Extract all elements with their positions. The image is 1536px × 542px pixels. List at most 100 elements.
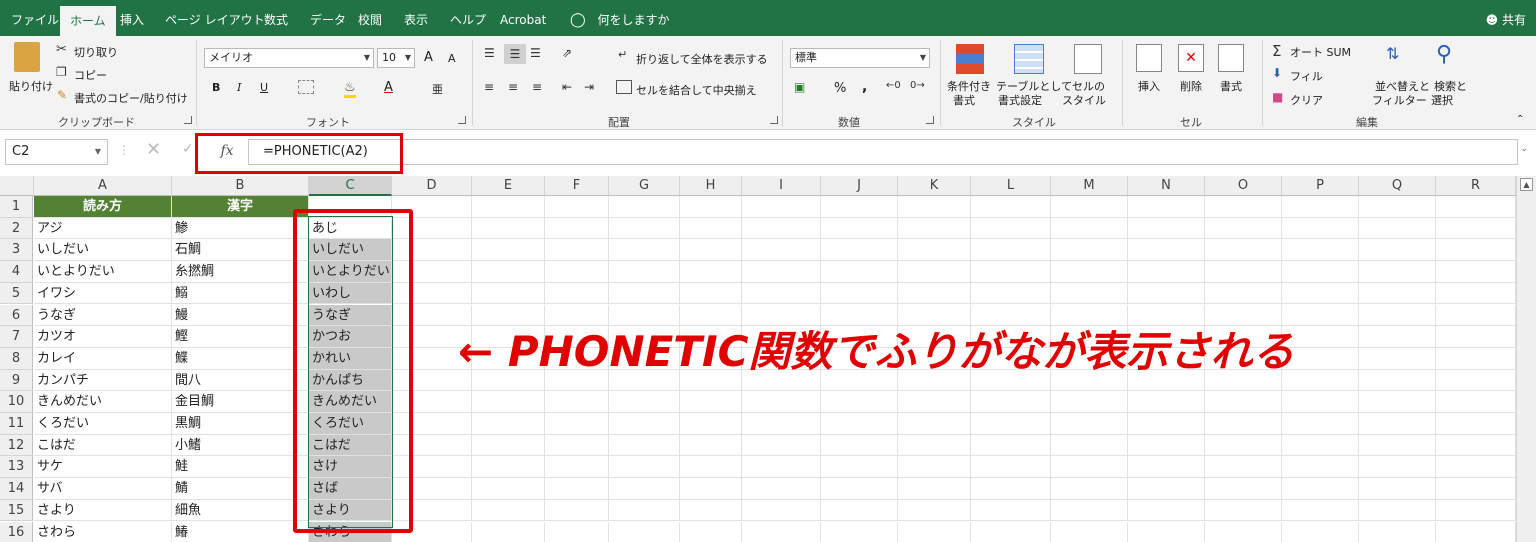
empty-cell[interactable] [1436,434,1516,457]
empty-cell[interactable] [971,217,1051,240]
empty-cell[interactable] [1128,434,1205,457]
empty-cell[interactable] [1436,456,1516,479]
empty-cell[interactable] [1051,478,1128,500]
empty-cell[interactable] [1359,217,1436,240]
empty-cell[interactable] [1436,304,1516,327]
header-cell[interactable]: 漢字 [172,196,309,218]
header-cell[interactable] [1436,196,1516,218]
table-cell[interactable]: うなぎ [34,304,172,327]
empty-cell[interactable] [1282,499,1359,522]
delete-cells-icon[interactable]: ✕ [1178,44,1204,72]
empty-cell[interactable] [1282,434,1359,457]
row-header[interactable]: 1 [0,196,33,218]
currency-icon[interactable]: ▣ [794,80,805,94]
empty-cell[interactable] [609,413,680,435]
empty-cell[interactable] [472,434,545,457]
empty-cell[interactable] [1205,499,1282,522]
find-search-icon[interactable]: ⚲ [1436,42,1452,67]
tab-page-layout[interactable]: ページ レイアウト [165,0,265,36]
table-cell[interactable]: さわら [34,521,172,542]
clipboard-launcher-icon[interactable] [184,116,192,124]
empty-cell[interactable] [1128,456,1205,479]
empty-cell[interactable] [545,499,609,522]
table-cell[interactable]: きんめだい [34,391,172,413]
empty-cell[interactable] [472,261,545,283]
empty-cell[interactable] [1282,478,1359,500]
row-header[interactable]: 12 [0,434,33,457]
orientation-icon[interactable]: ⇗ [562,46,572,60]
header-cell[interactable] [1205,196,1282,218]
column-header-c[interactable]: C [309,176,392,196]
header-cell[interactable] [1282,196,1359,218]
column-header-j[interactable]: J [821,176,898,196]
table-cell[interactable]: 黒鯛 [172,413,309,435]
empty-cell[interactable] [545,521,609,542]
empty-cell[interactable] [545,413,609,435]
table-cell[interactable]: カツオ [34,326,172,348]
font-launcher-icon[interactable] [458,116,466,124]
number-format-select[interactable]: 標準 ▼ [790,48,930,68]
row-header[interactable]: 8 [0,347,33,370]
row-header[interactable]: 5 [0,282,33,305]
sort-filter-icon[interactable]: ⇅ [1386,44,1399,63]
empty-cell[interactable] [898,434,971,457]
empty-cell[interactable] [1359,304,1436,327]
table-cell[interactable]: 間八 [172,369,309,392]
empty-cell[interactable] [898,391,971,413]
empty-cell[interactable] [1282,239,1359,262]
empty-cell[interactable] [1436,326,1516,348]
table-cell[interactable]: サバ [34,478,172,500]
empty-cell[interactable] [1436,347,1516,370]
empty-cell[interactable] [1282,391,1359,413]
grow-font-button[interactable]: A [424,50,433,65]
column-header-q[interactable]: Q [1359,176,1436,196]
empty-cell[interactable] [1359,326,1436,348]
empty-cell[interactable] [821,239,898,262]
row-header[interactable]: 13 [0,456,33,479]
empty-cell[interactable] [545,478,609,500]
empty-cell[interactable] [971,391,1051,413]
column-header-o[interactable]: O [1205,176,1282,196]
table-cell[interactable]: いしだい [34,239,172,262]
vertical-scrollbar[interactable]: ▲ [1516,176,1536,542]
empty-cell[interactable] [742,217,821,240]
header-cell[interactable] [742,196,821,218]
empty-cell[interactable] [1205,434,1282,457]
row-header[interactable]: 10 [0,391,33,413]
empty-cell[interactable] [472,413,545,435]
empty-cell[interactable] [1051,239,1128,262]
decrease-indent-icon[interactable]: ⇤ [562,80,572,94]
cut-button[interactable]: 切り取り [74,44,118,60]
header-cell[interactable] [609,196,680,218]
cell-styles-line2[interactable]: スタイル [1062,92,1106,108]
header-cell[interactable]: 読み方 [34,196,172,218]
align-left-icon[interactable]: ≡ [484,80,494,94]
find-select-line2[interactable]: 選択 [1431,92,1453,108]
bold-button[interactable]: B [212,81,220,94]
font-color-button[interactable]: A [384,80,393,95]
collapse-ribbon-icon[interactable]: ⌃ [1516,114,1524,125]
empty-cell[interactable] [1051,261,1128,283]
empty-cell[interactable] [1359,391,1436,413]
empty-cell[interactable] [545,282,609,305]
table-cell[interactable]: 鰯 [172,282,309,305]
empty-cell[interactable] [1051,413,1128,435]
header-cell[interactable] [971,196,1051,218]
empty-cell[interactable] [609,434,680,457]
tab-view[interactable]: 表示 [404,0,428,36]
empty-cell[interactable] [545,391,609,413]
empty-cell[interactable] [609,521,680,542]
format-cells-button[interactable]: 書式 [1220,78,1242,94]
empty-cell[interactable] [742,499,821,522]
header-cell[interactable] [1051,196,1128,218]
empty-cell[interactable] [742,521,821,542]
empty-cell[interactable] [821,413,898,435]
empty-cell[interactable] [680,434,742,457]
empty-cell[interactable] [1205,217,1282,240]
decrease-decimal-icon[interactable]: 0→ [910,80,925,91]
empty-cell[interactable] [1436,217,1516,240]
increase-decimal-icon[interactable]: ←0 [886,80,901,91]
delete-cells-button[interactable]: 削除 [1180,78,1202,94]
table-cell[interactable]: 小鰭 [172,434,309,457]
empty-cell[interactable] [1436,521,1516,542]
